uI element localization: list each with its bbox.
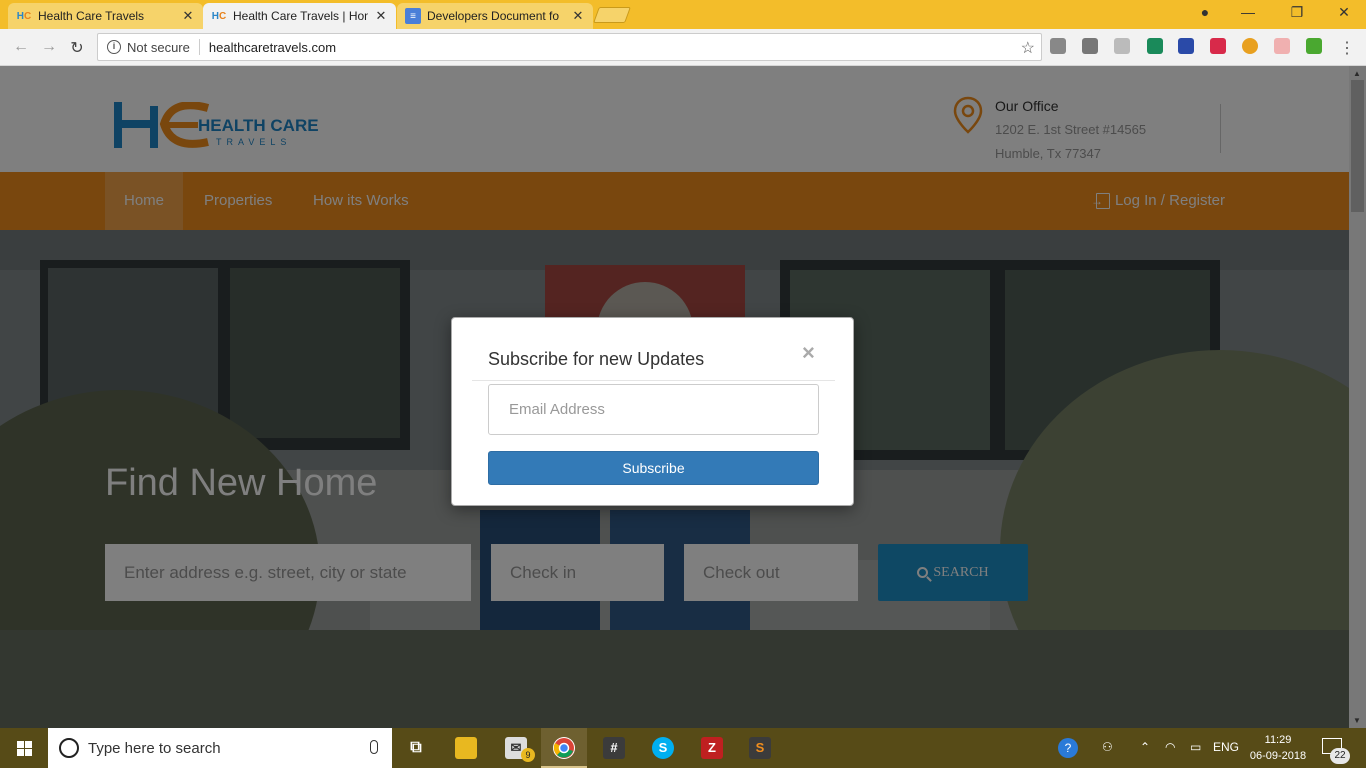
google-docs-icon: ≡ bbox=[405, 8, 421, 24]
modal-close-button[interactable]: × bbox=[802, 340, 815, 366]
close-icon[interactable]: ✕ bbox=[571, 8, 585, 24]
start-button[interactable] bbox=[0, 728, 48, 768]
divider bbox=[472, 380, 835, 381]
tab-title: Health Care Travels bbox=[38, 9, 145, 23]
slack-icon[interactable]: # bbox=[603, 737, 625, 759]
time: 11:29 bbox=[1264, 734, 1292, 746]
taskbar-search-placeholder: Type here to search bbox=[88, 739, 221, 757]
extension-icon[interactable] bbox=[1082, 38, 1098, 54]
task-view-icon[interactable]: ⧉ bbox=[405, 737, 427, 759]
extension-icon[interactable] bbox=[1274, 38, 1290, 54]
extension-icon[interactable] bbox=[1210, 38, 1226, 54]
address-bar[interactable]: i Not secure healthcaretravels.com ☆ bbox=[97, 33, 1042, 61]
menu-kebab-icon[interactable]: ⋮ bbox=[1338, 38, 1356, 58]
tab-title: Developers Document fo bbox=[427, 9, 560, 23]
modal-title: Subscribe for new Updates bbox=[488, 349, 705, 369]
minimize-icon[interactable]: — bbox=[1238, 4, 1258, 20]
chevron-up-icon[interactable]: ⌃ bbox=[1140, 740, 1150, 754]
browser-tab[interactable]: HC Health Care Travels ✕ bbox=[8, 3, 203, 29]
sublime-text-icon[interactable]: S bbox=[749, 737, 771, 759]
chrome-icon[interactable] bbox=[553, 737, 575, 759]
security-label: Not secure bbox=[127, 39, 190, 55]
close-icon[interactable]: ✕ bbox=[181, 8, 195, 24]
extension-icon[interactable] bbox=[1178, 38, 1194, 54]
email-field[interactable]: Email Address bbox=[488, 384, 819, 435]
battery-icon[interactable]: ▭ bbox=[1190, 740, 1201, 754]
extension-icon[interactable] bbox=[1114, 38, 1130, 54]
extension-icon[interactable] bbox=[1147, 38, 1163, 54]
tab-title: Health Care Travels | Hom bbox=[233, 9, 368, 23]
browser-toolbar: ← → ↻ i Not secure healthcaretravels.com… bbox=[0, 29, 1366, 66]
extension-icon[interactable] bbox=[1242, 38, 1258, 54]
cors-extension-icon[interactable] bbox=[1306, 38, 1322, 54]
back-arrow-icon[interactable]: ← bbox=[12, 38, 30, 56]
language-indicator[interactable]: ENG bbox=[1213, 740, 1239, 754]
divider bbox=[198, 39, 200, 55]
file-explorer-icon[interactable] bbox=[455, 737, 477, 759]
people-icon[interactable]: ⚇ bbox=[1102, 740, 1113, 754]
taskbar-search-box[interactable]: Type here to search bbox=[48, 728, 392, 768]
hc-logo-icon: HC bbox=[211, 10, 227, 22]
clock[interactable]: 11:29 06-09-2018 bbox=[1248, 732, 1308, 764]
forward-arrow-icon[interactable]: → bbox=[40, 38, 58, 56]
windows-logo-icon bbox=[16, 740, 32, 756]
notifications-badge: 22 bbox=[1330, 748, 1350, 764]
info-icon[interactable]: i bbox=[107, 40, 121, 54]
bookmark-star-icon[interactable]: ☆ bbox=[1021, 38, 1035, 58]
url-text[interactable]: healthcaretravels.com bbox=[209, 40, 336, 55]
windows-taskbar: Type here to search ⧉ ✉ 9 # S Z S ? ⚇ ⌃ … bbox=[0, 728, 1366, 768]
subscribe-modal: Subscribe for new Updates × Email Addres… bbox=[451, 317, 854, 506]
new-tab-button[interactable] bbox=[593, 7, 631, 23]
subscribe-button[interactable]: Subscribe bbox=[488, 451, 819, 485]
hc-logo-icon: HC bbox=[16, 10, 32, 22]
help-icon[interactable]: ? bbox=[1058, 738, 1078, 758]
browser-tab-strip: HC Health Care Travels ✕ HC Health Care … bbox=[0, 0, 1366, 29]
restore-icon[interactable]: ❐ bbox=[1287, 4, 1307, 21]
window-close-icon[interactable]: ✕ bbox=[1334, 4, 1354, 21]
close-icon[interactable]: ✕ bbox=[374, 8, 388, 24]
date: 06-09-2018 bbox=[1249, 750, 1307, 762]
mail-badge: 9 bbox=[521, 748, 535, 762]
microphone-icon[interactable] bbox=[370, 740, 378, 754]
browser-tab-active[interactable]: HC Health Care Travels | Hom ✕ bbox=[203, 3, 396, 29]
profile-icon[interactable]: ● bbox=[1195, 4, 1215, 20]
cortana-icon bbox=[59, 738, 79, 758]
wifi-icon[interactable]: ◠ bbox=[1165, 740, 1175, 754]
skype-icon[interactable]: S bbox=[652, 737, 674, 759]
browser-tab[interactable]: ≡ Developers Document fo ✕ bbox=[397, 3, 593, 29]
filezilla-icon[interactable]: Z bbox=[701, 737, 723, 759]
reload-icon[interactable]: ↻ bbox=[68, 38, 86, 58]
camera-extension-icon[interactable] bbox=[1050, 38, 1066, 54]
